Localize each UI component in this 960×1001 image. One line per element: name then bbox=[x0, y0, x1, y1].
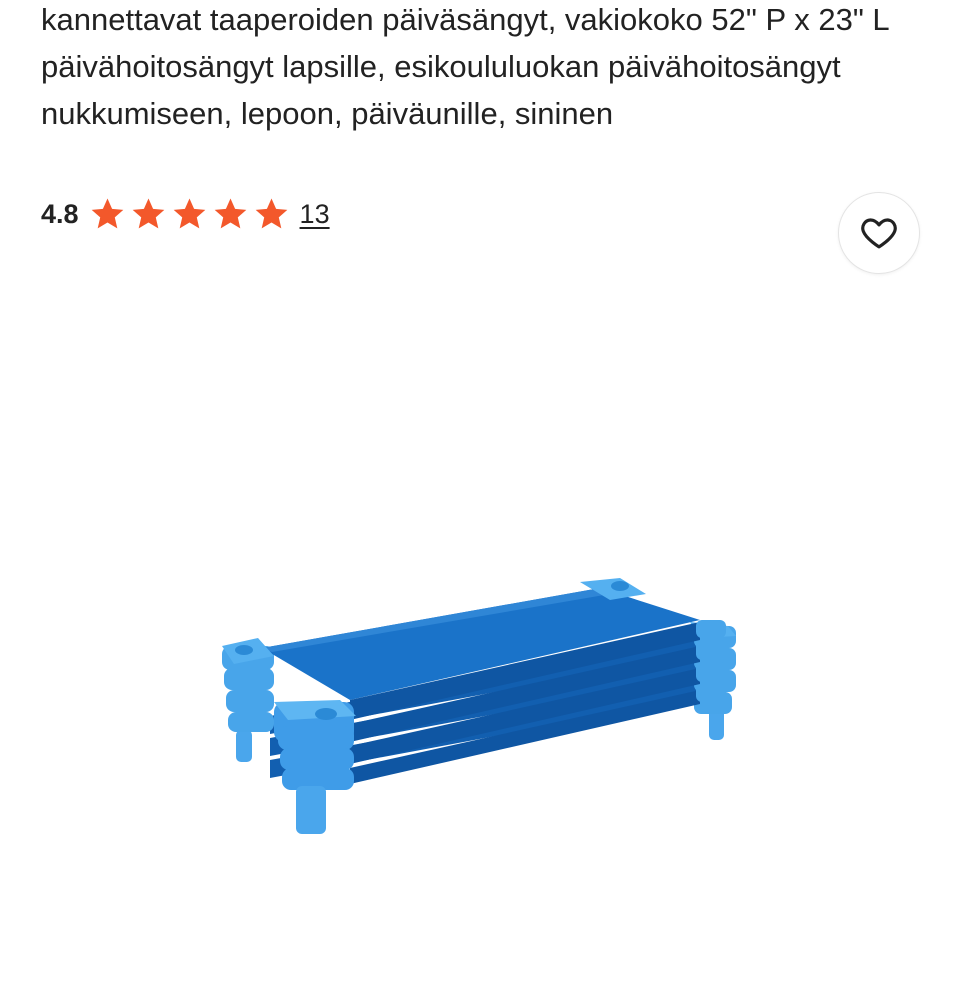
heart-icon bbox=[861, 218, 897, 249]
star-icon bbox=[173, 198, 205, 229]
wishlist-button[interactable] bbox=[838, 192, 920, 274]
star-icon bbox=[214, 198, 246, 229]
star-icon bbox=[255, 198, 287, 229]
star-icon bbox=[91, 198, 123, 229]
rating-stars bbox=[87, 195, 292, 233]
review-count-link[interactable]: 13 bbox=[300, 199, 330, 230]
rating-row: 4.8 13 bbox=[41, 194, 330, 234]
star-icon bbox=[132, 198, 164, 229]
rating-value: 4.8 bbox=[41, 198, 79, 229]
product-image bbox=[222, 578, 736, 834]
product-page: kannettavat taaperoiden päiväsängyt, vak… bbox=[0, 0, 960, 1001]
product-title: kannettavat taaperoiden päiväsängyt, vak… bbox=[41, 2, 889, 131]
